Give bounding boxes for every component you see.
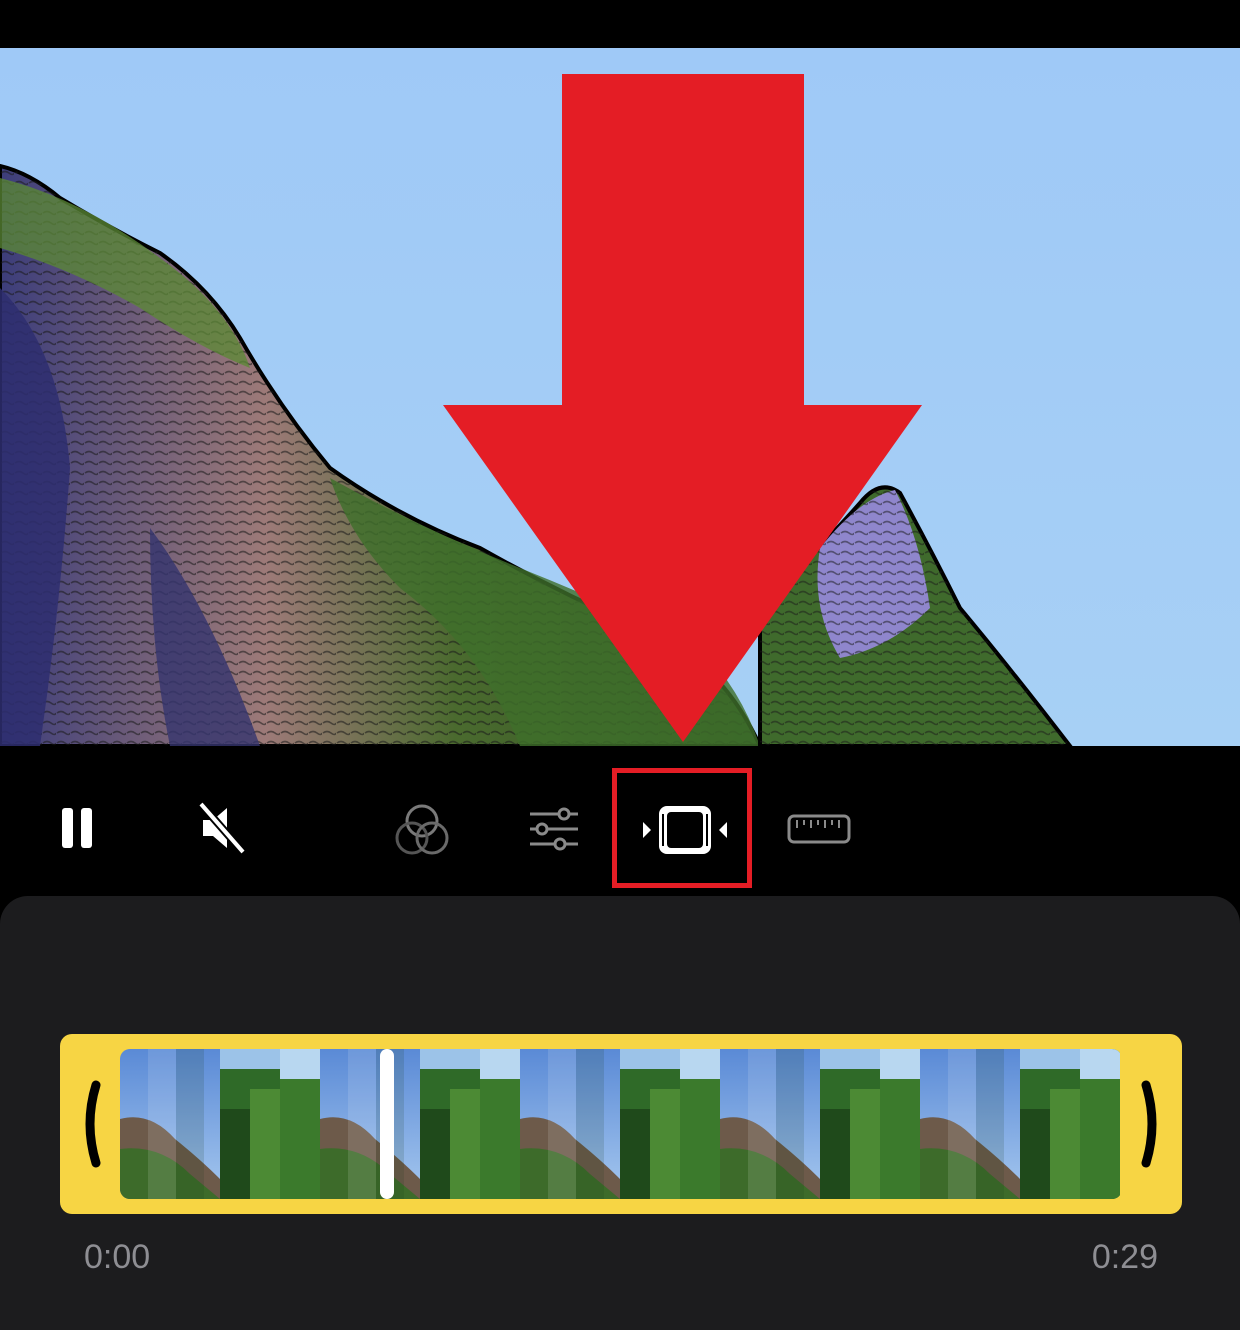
video-filmstrip[interactable] (120, 1049, 1122, 1199)
top-bar (0, 0, 1240, 48)
ruler-icon[interactable] (786, 812, 852, 846)
trim-tool-highlight (612, 768, 752, 888)
video-preview (0, 48, 1240, 746)
start-time-label: 0:00 (84, 1238, 151, 1276)
trim-start-handle[interactable] (60, 1034, 120, 1214)
speaker-muted-icon[interactable] (190, 796, 254, 860)
pause-icon[interactable] (50, 798, 104, 858)
filters-icon[interactable] (390, 798, 454, 862)
playhead[interactable] (380, 1049, 394, 1199)
trim-end-handle[interactable] (1122, 1034, 1182, 1214)
sliders-icon[interactable] (524, 804, 584, 854)
end-time-label: 0:29 (1091, 1238, 1158, 1276)
